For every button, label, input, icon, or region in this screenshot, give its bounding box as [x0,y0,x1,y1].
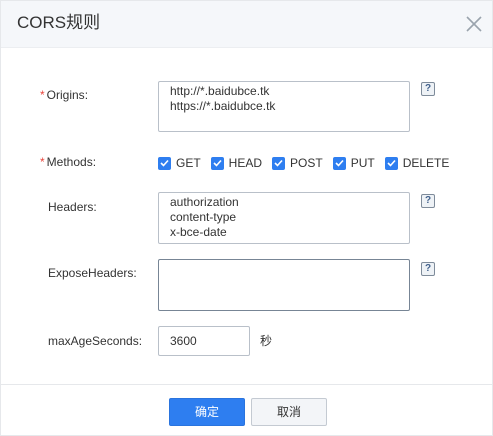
origins-line: http://*.baidubce.tk [170,84,270,98]
headers-help-icon[interactable]: ? [421,194,435,208]
checkbox-checked-icon [332,156,346,170]
method-label: POST [290,156,323,170]
method-get-checkbox[interactable]: GET [158,156,201,170]
label-colon: : [84,88,89,102]
method-put-checkbox[interactable]: PUT [332,156,375,170]
close-icon[interactable] [462,12,486,36]
origins-textarea[interactable]: http://*.baidubce.tk https://*.baidubce.… [158,81,410,132]
origins-label: * Origins: [40,87,88,103]
headers-textarea[interactable]: authorization content-type x-bce-date [158,192,410,244]
headers-line: x-bce-date [170,225,227,239]
method-label: HEAD [228,156,263,170]
label-colon: : [93,200,97,214]
method-delete-checkbox[interactable]: DELETE [384,156,450,170]
dialog-title: CORS规则 [17,13,101,32]
checkbox-checked-icon [384,156,398,170]
footer-divider [1,384,492,385]
methods-label-text: Methods [46,155,93,169]
origins-help-icon[interactable]: ? [421,82,435,96]
method-label: DELETE [402,156,450,170]
checkbox-checked-icon [158,156,171,170]
required-mark: * [40,155,45,169]
cors-rule-dialog: CORS规则 * Origins: http://*.baidubce.tk ht… [0,0,493,436]
max-age-label: maxAgeSeconds: [48,333,142,349]
required-mark: * [40,88,45,102]
label-colon: : [138,334,143,348]
headers-line: authorization [170,195,239,209]
expose-headers-textarea[interactable] [158,259,410,311]
headers-line: content-type [170,210,237,224]
max-age-input[interactable]: 3600 [158,326,250,356]
method-head-checkbox[interactable]: HEAD [210,156,263,170]
cancel-button[interactable]: 取消 [251,398,327,426]
origins-label-text: Origins [46,88,85,102]
label-colon: : [92,155,97,169]
dialog-header: CORS规则 [1,1,492,48]
confirm-button[interactable]: 确定 [169,398,245,426]
expose-headers-label-text: ExposeHeaders [48,266,134,280]
expose-headers-label: ExposeHeaders: [48,265,137,281]
methods-checkbox-group: GET HEAD POST PUT DELETE [158,156,449,170]
method-label: PUT [350,156,375,170]
expose-headers-help-icon[interactable]: ? [421,262,435,276]
label-colon: : [133,266,137,280]
origins-line: https://*.baidubce.tk [170,99,276,113]
checkbox-checked-icon [210,156,224,170]
headers-label: Headers: [48,199,97,215]
checkbox-checked-icon [272,156,286,170]
method-post-checkbox[interactable]: POST [272,156,323,170]
method-label: GET [176,156,201,170]
headers-label-text: Headers [48,200,94,214]
methods-label: * Methods: [40,154,96,170]
max-age-label-text: maxAgeSeconds [48,334,139,348]
seconds-unit-label: 秒 [260,334,273,348]
